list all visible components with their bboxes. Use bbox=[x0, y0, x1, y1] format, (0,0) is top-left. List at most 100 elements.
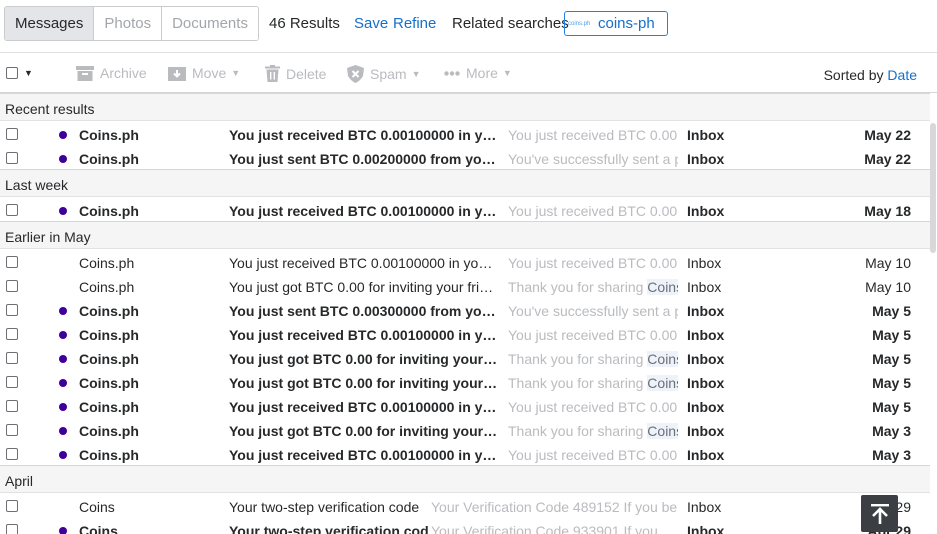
message-date: May 22 bbox=[864, 151, 911, 167]
message-subject: You just got BTC 0.00 for inviting your … bbox=[229, 351, 499, 367]
message-row[interactable]: Coins.ph You just got BTC 0.00 for inviti… bbox=[0, 371, 930, 395]
message-sender: Coins.ph bbox=[79, 127, 139, 143]
message-date: May 5 bbox=[872, 399, 911, 415]
scroll-to-top-button[interactable] bbox=[861, 495, 898, 532]
sort-field-link[interactable]: Date bbox=[887, 67, 917, 83]
section-header: Recent results bbox=[0, 93, 930, 121]
refine-link[interactable]: Refine bbox=[393, 15, 436, 33]
message-folder: Inbox bbox=[687, 447, 725, 463]
message-folder: Inbox bbox=[687, 327, 725, 343]
message-row[interactable]: Coins.ph You just received BTC 0.00100000… bbox=[0, 123, 930, 147]
message-row[interactable]: Coins.ph You just got BTC 0.00 for inviti… bbox=[0, 275, 930, 299]
result-type-tabs: Messages Photos Documents bbox=[4, 6, 259, 41]
message-sender: Coins.ph bbox=[79, 303, 139, 319]
message-checkbox[interactable] bbox=[6, 204, 18, 216]
unread-dot-icon[interactable] bbox=[59, 331, 67, 339]
move-folder-icon bbox=[168, 67, 186, 81]
message-checkbox[interactable] bbox=[6, 376, 18, 388]
unread-dot-icon[interactable] bbox=[59, 403, 67, 411]
more-label: More bbox=[466, 65, 498, 81]
message-row[interactable]: Coins.ph You just received BTC 0.00100000… bbox=[0, 251, 930, 275]
more-button[interactable]: More ▼ bbox=[444, 65, 512, 81]
sort-control: Sorted by Date bbox=[824, 67, 917, 83]
message-subject: You just received BTC 0.00100000 in your… bbox=[229, 255, 499, 271]
message-folder: Inbox bbox=[687, 255, 722, 271]
unread-dot-icon[interactable] bbox=[59, 155, 67, 163]
more-dots-icon bbox=[444, 70, 460, 76]
message-row[interactable]: Coins.ph You just sent BTC 0.00200000 fro… bbox=[0, 147, 930, 171]
message-preview-text: Thank you for sharing bbox=[508, 375, 648, 391]
message-preview-text: You just received BTC 0.001 bbox=[508, 203, 678, 219]
message-row[interactable]: Coins.ph You just received BTC 0.00100000… bbox=[0, 323, 930, 347]
tab-messages[interactable]: Messages bbox=[5, 7, 95, 40]
message-checkbox[interactable] bbox=[6, 352, 18, 364]
message-checkbox[interactable] bbox=[6, 424, 18, 436]
search-highlight: Coins bbox=[647, 375, 678, 391]
message-checkbox[interactable] bbox=[6, 524, 18, 534]
message-checkbox[interactable] bbox=[6, 500, 18, 512]
unread-dot-icon[interactable] bbox=[59, 207, 67, 215]
unread-dot-icon[interactable] bbox=[59, 427, 67, 435]
select-all-checkbox[interactable] bbox=[6, 67, 18, 79]
related-search-chip[interactable]: coins.ph coins-ph bbox=[564, 11, 668, 36]
save-search-link[interactable]: Save bbox=[354, 15, 388, 33]
message-checkbox[interactable] bbox=[6, 304, 18, 316]
message-sender: Coins.ph bbox=[79, 327, 139, 343]
message-checkbox[interactable] bbox=[6, 280, 18, 292]
section-title: April bbox=[5, 473, 34, 489]
unread-dot-icon[interactable] bbox=[59, 307, 67, 315]
scrollbar-thumb[interactable] bbox=[930, 123, 936, 253]
unread-dot-icon[interactable] bbox=[59, 451, 67, 459]
section-title: Earlier in May bbox=[5, 229, 91, 245]
message-preview-text: You've successfully sent a p bbox=[508, 151, 678, 167]
message-date: May 5 bbox=[872, 303, 911, 319]
related-search-label: coins-ph bbox=[598, 15, 655, 32]
message-row[interactable]: Coins Your two-step verification code Your… bbox=[0, 495, 930, 519]
message-date: May 5 bbox=[872, 375, 911, 391]
spam-button[interactable]: Spam ▼ bbox=[347, 65, 421, 83]
message-sender: Coins.ph bbox=[79, 279, 135, 295]
move-button[interactable]: Move ▼ bbox=[168, 65, 240, 81]
tab-documents[interactable]: Documents bbox=[162, 7, 258, 40]
message-row[interactable]: Coins.ph You just received BTC 0.00100000… bbox=[0, 395, 930, 419]
message-preview: Your Verification Code 489152 If you be bbox=[431, 495, 678, 519]
message-folder: Inbox bbox=[687, 127, 725, 143]
unread-dot-icon[interactable] bbox=[59, 527, 67, 534]
message-checkbox[interactable] bbox=[6, 328, 18, 340]
message-row[interactable]: Coins.ph You just received BTC 0.00100000… bbox=[0, 199, 930, 223]
search-highlight: Coins bbox=[647, 351, 678, 367]
message-row[interactable]: Coins.ph You just got BTC 0.00 for inviti… bbox=[0, 419, 930, 443]
message-subject: Your two-step verification code bbox=[229, 523, 429, 534]
message-preview-text: Thank you for sharing bbox=[508, 351, 648, 367]
message-sender: Coins.ph bbox=[79, 375, 139, 391]
message-preview: You've successfully sent a p bbox=[508, 299, 678, 323]
message-subject: Your two-step verification code bbox=[229, 499, 420, 515]
tab-photos[interactable]: Photos bbox=[94, 7, 163, 40]
message-checkbox[interactable] bbox=[6, 152, 18, 164]
select-all[interactable]: ▼ bbox=[6, 67, 33, 79]
message-preview: Thank you for sharing Coins bbox=[508, 419, 678, 443]
arrow-up-icon bbox=[870, 503, 889, 524]
message-date: May 5 bbox=[872, 327, 911, 343]
message-row[interactable]: Coins.ph You just received BTC 0.00100000… bbox=[0, 443, 930, 467]
unread-dot-icon[interactable] bbox=[59, 379, 67, 387]
message-preview-text: Your Verification Code 933901 If you bbox=[431, 523, 658, 534]
delete-button[interactable]: Delete bbox=[265, 65, 326, 82]
message-checkbox[interactable] bbox=[6, 448, 18, 460]
chevron-down-icon[interactable]: ▼ bbox=[24, 68, 33, 78]
message-row[interactable]: Coins.ph You just sent BTC 0.00300000 fro… bbox=[0, 299, 930, 323]
message-row[interactable]: Coins.ph You just got BTC 0.00 for inviti… bbox=[0, 347, 930, 371]
message-row[interactable]: Coins Your two-step verification code Your… bbox=[0, 519, 930, 534]
message-preview-text: You've successfully sent a p bbox=[508, 303, 678, 319]
message-checkbox[interactable] bbox=[6, 256, 18, 268]
message-checkbox[interactable] bbox=[6, 400, 18, 412]
unread-dot-icon[interactable] bbox=[59, 355, 67, 363]
move-label: Move bbox=[192, 65, 227, 81]
archive-button[interactable]: Archive bbox=[76, 65, 147, 81]
message-folder: Inbox bbox=[687, 423, 725, 439]
related-searches-label: Related searches bbox=[452, 15, 569, 32]
message-subject: You just received BTC 0.00100000 in your… bbox=[229, 399, 499, 415]
message-checkbox[interactable] bbox=[6, 128, 18, 140]
message-preview: You just received BTC 0.001 bbox=[508, 123, 678, 147]
unread-dot-icon[interactable] bbox=[59, 131, 67, 139]
